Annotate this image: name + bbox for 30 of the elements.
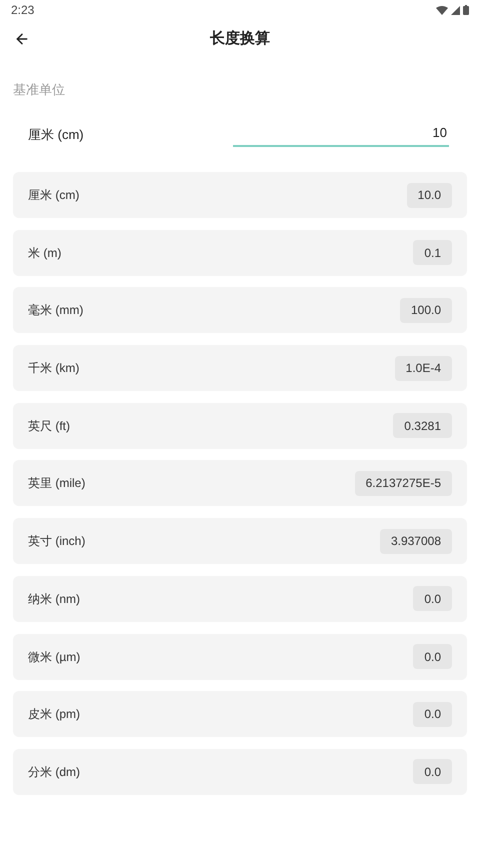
- unit-value: 0.0: [413, 586, 452, 612]
- wifi-icon: [436, 6, 448, 14]
- unit-name: 微米 (µm): [28, 648, 80, 666]
- unit-name: 英尺 (ft): [28, 418, 70, 435]
- unit-name: 分米 (dm): [28, 764, 80, 781]
- base-value-field[interactable]: 10: [233, 123, 449, 147]
- unit-name: 千米 (km): [28, 360, 80, 378]
- unit-name: 厘米 (cm): [28, 187, 80, 204]
- unit-value: 10.0: [406, 182, 452, 208]
- unit-value: 6.2137275E-5: [354, 470, 452, 496]
- unit-value: 100.0: [400, 298, 452, 323]
- unit-value: 0.1: [413, 240, 452, 266]
- unit-name: 毫米 (mm): [28, 302, 84, 320]
- signal-icon: [451, 6, 460, 14]
- unit-value: 0.0: [413, 702, 452, 727]
- unit-name: 米 (m): [28, 244, 62, 262]
- unit-value: 1.0E-4: [394, 356, 452, 381]
- unit-name: 英里 (mile): [28, 475, 86, 492]
- section-label: 基准单位: [13, 82, 65, 97]
- unit-value: 0.0: [413, 644, 452, 669]
- status-time: 2:23: [11, 2, 34, 19]
- unit-name: 英寸 (inch): [28, 533, 86, 550]
- page-title: 长度换算: [210, 28, 270, 49]
- unit-name: 纳米 (nm): [28, 590, 80, 608]
- unit-value: 3.937008: [380, 528, 452, 554]
- unit-value: 0.3281: [393, 413, 452, 438]
- unit-name: 皮米 (pm): [28, 706, 80, 724]
- base-unit-label: 厘米 (cm): [28, 126, 84, 144]
- unit-value: 0.0: [413, 759, 452, 784]
- battery-icon: [463, 5, 469, 15]
